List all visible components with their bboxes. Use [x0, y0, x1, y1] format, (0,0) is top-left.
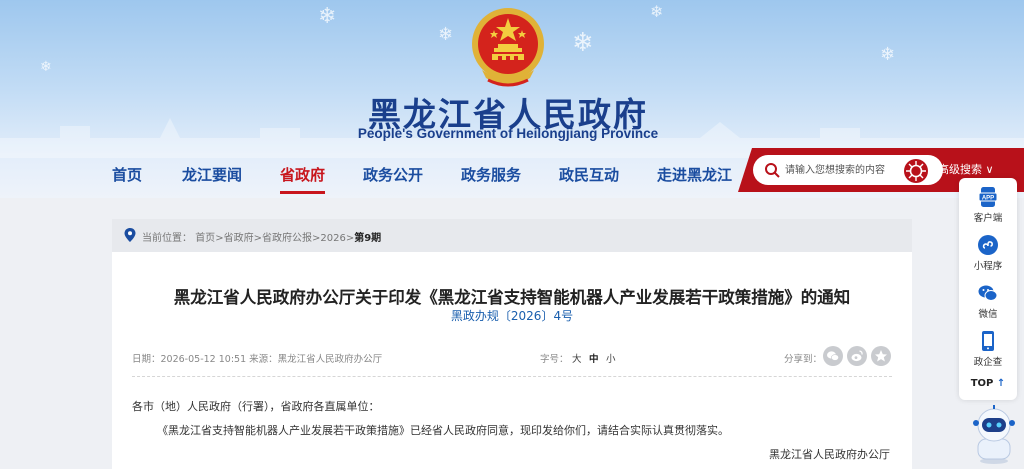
wechat-share-icon[interactable]	[823, 346, 843, 366]
breadcrumb-text: 当前位置： 首页>省政府>省政府公报>2026>第9期	[142, 229, 381, 244]
breadcrumb-government[interactable]: 省政府	[224, 233, 254, 244]
snowflake-icon: ❄	[40, 59, 52, 75]
snowflake-icon: ❄	[572, 28, 594, 58]
divider	[132, 376, 892, 377]
article-title: 黑龙江省人民政府办公厅关于印发《黑龙江省支持智能机器人产业发展若干政策措施》的通…	[173, 288, 851, 307]
nav-item-interaction[interactable]: 政民互动	[559, 164, 619, 185]
floating-sidebar: APP 客户端 小程序 微信 政企查 TOP ↑	[959, 178, 1017, 400]
snowflake-icon: ❄	[318, 4, 337, 29]
nav-item-about-heilongjiang[interactable]: 走进黑龙江	[657, 164, 732, 185]
top-label: TOP	[970, 378, 994, 389]
search-box	[753, 155, 943, 185]
snowflake-icon: ❄	[880, 44, 896, 65]
weibo-share-icon[interactable]	[847, 346, 867, 366]
breadcrumb-separator: >	[215, 233, 224, 244]
main-nav: 首页 龙江要闻 省政府 政务公开 政务服务 政民互动 走进黑龙江	[0, 150, 740, 198]
nav-item-home[interactable]: 首页	[112, 164, 142, 185]
app-client-link[interactable]: APP 客户端	[959, 186, 1017, 230]
article-signature: 黑龙江省人民政府办公厅	[769, 448, 890, 461]
nav-item-public-affairs[interactable]: 政务公开	[363, 164, 423, 185]
font-size-large[interactable]: 大	[572, 351, 582, 365]
article-salutation: 各市（地）人民政府（行署），省政府各直属单位：	[132, 400, 380, 413]
mini-program-link[interactable]: 小程序	[959, 234, 1017, 278]
back-to-top-button[interactable]: TOP ↑	[959, 378, 1017, 389]
breadcrumb-separator: >	[253, 233, 262, 244]
national-emblem-logo	[472, 8, 544, 87]
gov-enterprise-label: 政企查	[973, 357, 1003, 368]
font-size-medium[interactable]: 中	[589, 351, 599, 365]
wechat-link[interactable]: 微信	[959, 282, 1017, 326]
article: 黑龙江省人民政府办公厅关于印发《黑龙江省支持智能机器人产业发展若干政策措施》的通…	[112, 252, 912, 469]
article-body: 《黑龙江省支持智能机器人产业发展若干政策措施》已经省人民政府同意，现印发给你们，…	[157, 424, 729, 437]
location-icon	[124, 228, 136, 242]
breadcrumb-home[interactable]: 首页	[195, 233, 215, 244]
advanced-search-link[interactable]: 高级搜索 ∨	[938, 161, 994, 177]
wechat-label: 微信	[978, 309, 998, 320]
article-meta: 日期：2026-05-12 10:51 来源：黑龙江省人民政府办公厅	[132, 354, 383, 365]
robot-assistant-icon[interactable]	[970, 405, 1018, 465]
search-icon[interactable]	[763, 161, 781, 179]
nav-item-news[interactable]: 龙江要闻	[182, 164, 242, 185]
gov-enterprise-link[interactable]: 政企查	[959, 330, 1017, 374]
breadcrumb-prefix: 当前位置：	[142, 233, 192, 244]
badge-icon	[904, 159, 928, 183]
breadcrumb-gazette[interactable]: 省政府公报	[262, 233, 312, 244]
nav-item-government[interactable]: 省政府	[280, 164, 326, 194]
phone-icon	[982, 331, 994, 351]
breadcrumb: 当前位置： 首页>省政府>省政府公报>2026>第9期	[112, 219, 912, 252]
nav-item-services[interactable]: 政务服务	[461, 164, 521, 185]
share-label: 分享到：	[784, 354, 823, 365]
snowflake-icon: ❄	[438, 24, 454, 45]
app-client-label: 客户端	[973, 213, 1003, 224]
breadcrumb-year[interactable]: 2026	[320, 233, 345, 244]
font-size-label: 字号：	[540, 354, 569, 365]
mini-program-label: 小程序	[973, 261, 1003, 272]
snowflake-icon: ❄	[650, 2, 664, 21]
breadcrumb-current: 第9期	[354, 233, 382, 244]
site-header: ❄ ❄ ❄ ❄ ❄ ❄ 黑龙江省人民政府 People's Government…	[0, 0, 1024, 198]
mini-program-icon	[978, 235, 998, 255]
svg-text:APP: APP	[982, 196, 994, 202]
site-subtitle: People's Government of Heilongjiang Prov…	[357, 126, 659, 141]
search-input[interactable]	[785, 161, 895, 179]
wechat-icon	[978, 285, 998, 301]
arrow-up-icon: ↑	[996, 378, 1006, 389]
breadcrumb-separator: >	[345, 233, 355, 244]
document-number: 黑政办规〔2026〕4号	[450, 309, 574, 323]
font-size-small[interactable]: 小	[606, 351, 616, 365]
app-icon: APP	[978, 187, 998, 207]
qzone-share-icon[interactable]	[871, 346, 891, 366]
